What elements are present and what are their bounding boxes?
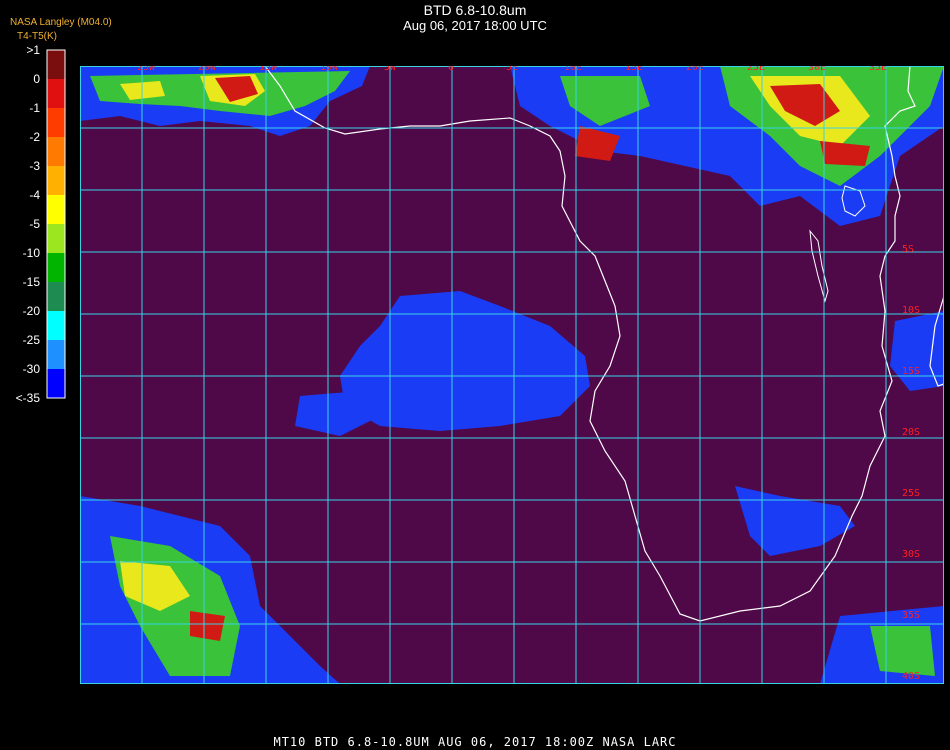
legend-swatch [47,253,65,282]
legend-label: -30 [23,362,41,376]
legend-label: >1 [26,43,40,57]
longitude-label: 15E [625,66,643,73]
latitude-label: 5S [902,244,914,255]
legend-label: -1 [29,101,40,115]
legend-swatch [47,282,65,311]
footer-caption: MT10 BTD 6.8-10.8UM AUG 06, 2017 18:00Z … [273,735,677,749]
legend-label: -4 [29,188,40,202]
longitude-label: 30E [808,66,826,73]
latitude-label: 10S [902,305,920,316]
legend-label: -25 [23,333,41,347]
satellite-map: 25W 20W 15W 10W 5W 0 5E 10E 15E 20E 25E 30E 35E 5S 10S… [80,65,945,684]
latitude-label: 15S [902,366,920,377]
legend-label: -5 [29,217,40,231]
map-title: BTD 6.8-10.8um [423,2,527,18]
legend-label: 0 [33,72,40,86]
legend-swatch [47,79,65,108]
longitude-label: 15W [259,66,278,73]
latitude-label: 20S [902,427,920,438]
legend-label: -20 [23,304,41,318]
longitude-label: 5E [506,66,518,73]
legend-label: <-35 [16,391,41,405]
map-timestamp: Aug 06, 2017 18:00 UTC [403,18,547,33]
color-legend: >1 0 -1 -2 -3 -4 -5 -10 -15 -20 -25 -30 <-35 [16,43,66,405]
legend-label: -3 [29,159,40,173]
longitude-label: 35E [869,66,887,73]
legend-label: -15 [23,275,41,289]
latitude-label: 40S [902,671,920,682]
longitude-label: 10E [564,66,582,73]
legend-swatch [47,224,65,253]
longitude-label: 25W [137,66,156,73]
legend-swatch [47,166,65,195]
latitude-label: 35S [902,610,920,621]
legend-label: -10 [23,246,41,260]
lat-lon-grid: 25W 20W 15W 10W 5W 0 5E 10E 15E 20E 25E 30E 35E 5S 10S… [80,66,944,684]
legend-swatch [47,108,65,137]
longitude-label: 10W [320,66,339,73]
latitude-label: 30S [902,549,920,560]
longitude-label: 0 [448,66,454,73]
legend-swatch [47,340,65,369]
longitude-label: 25E [747,66,765,73]
legend-swatch [47,369,65,398]
legend-label: -2 [29,130,40,144]
longitude-label: 5W [384,66,397,73]
longitude-label: 20E [686,66,704,73]
map-border [80,66,944,684]
longitude-label: 20W [198,66,217,73]
legend-swatch [47,311,65,340]
latitude-label: 25S [902,488,920,499]
legend-swatch [47,137,65,166]
legend-swatch [47,195,65,224]
legend-swatch [47,50,65,79]
